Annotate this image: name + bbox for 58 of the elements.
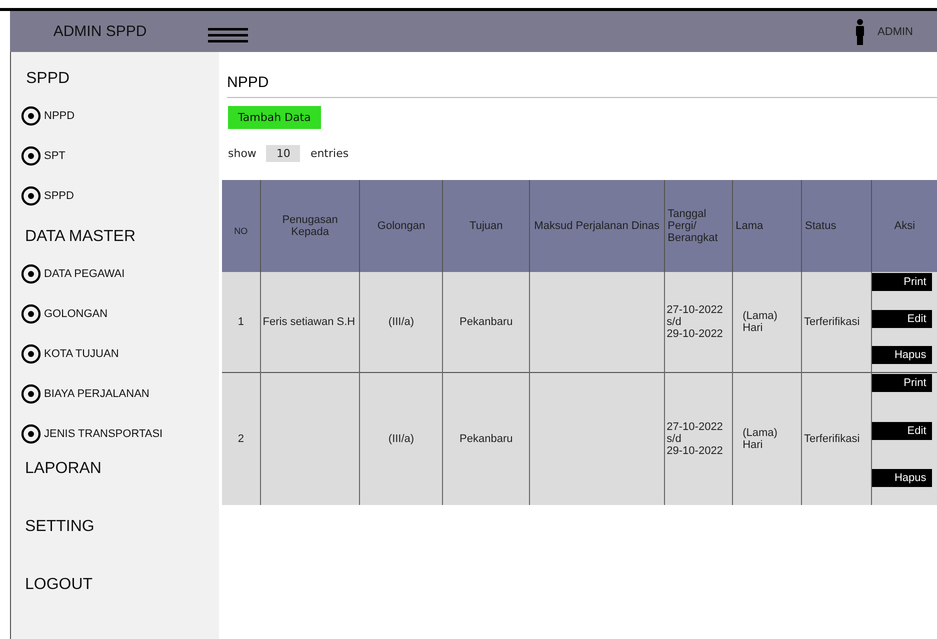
table-cell: Feris setiawan S.H [260,272,360,372]
sidebar-heading[interactable]: SETTING [21,512,219,570]
radio-icon[interactable] [21,146,41,166]
user-name: ADMIN [878,26,913,38]
table-cell: (Lama) Hari [732,272,802,372]
sidebar-item[interactable]: GOLONGAN [44,308,108,320]
action-button[interactable]: Print [872,273,932,291]
column-header: Tujuan [442,180,530,272]
table-cell: 2 [222,372,260,504]
table-cell: 1 [222,272,260,372]
radio-icon[interactable] [21,384,41,404]
action-button[interactable]: Edit [872,310,932,328]
person-icon[interactable] [854,18,865,44]
sidebar-item[interactable]: NPPD [44,110,75,122]
entries-label: entries [310,147,349,160]
radio-icon[interactable] [21,186,41,206]
sidebar-heading[interactable]: LOGOUT [21,570,219,628]
show-label: show [228,147,256,160]
action-button[interactable]: Hapus [872,346,932,364]
column-header: NO [222,180,260,272]
sidebar-heading[interactable]: LAPORAN [21,454,219,512]
app-title: ADMIN SPPD [52,23,148,40]
page-title: NPPD [227,74,937,98]
sidebar-heading[interactable]: DATA MASTER [21,216,219,254]
action-button[interactable]: Edit [872,422,932,440]
table-cell: Pekanbaru [442,272,530,372]
table-cell: Terferifikasi [802,272,872,372]
radio-icon[interactable] [21,106,41,126]
add-data-button[interactable]: Tambah Data [228,106,321,129]
column-header: Penugasan Kepada [260,180,360,272]
entries-field[interactable]: 10 [266,145,300,162]
table-cell: (III/a) [360,372,443,504]
column-header: Status [802,180,872,272]
radio-icon[interactable] [21,424,41,444]
table-cell: Terferifikasi [802,372,872,504]
column-header: Golongan [360,180,443,272]
table-cell: 27-10-2022 s/d 29-10-2022 [664,372,732,504]
column-header: Aksi [872,180,937,272]
radio-icon[interactable] [21,304,41,324]
sidebar-heading[interactable]: SPPD [21,66,219,96]
table-cell: Pekanbaru [442,372,530,504]
action-button[interactable]: Hapus [872,469,932,487]
column-header: Tanggal Pergi/ Berangkat [664,180,732,272]
action-button[interactable]: Print [872,374,932,392]
menu-icon[interactable] [208,26,248,42]
table-cell: (III/a) [360,272,443,372]
table-cell: (Lama) Hari [732,372,802,504]
radio-icon[interactable] [21,264,41,284]
column-header: Lama [732,180,802,272]
sidebar-item[interactable]: KOTA TUJUAN [44,348,119,360]
radio-icon[interactable] [21,344,41,364]
table-cell: 27-10-2022 s/d 29-10-2022 [664,272,732,372]
sidebar-item[interactable]: BIAYA PERJALANAN [44,388,150,400]
column-header: Maksud Perjalanan Dinas [530,180,664,272]
sidebar-item[interactable]: JENIS TRANSPORTASI [44,428,163,440]
sidebar-item[interactable]: DATA PEGAWAI [44,268,125,280]
sidebar-item[interactable]: SPPD [44,190,74,202]
sidebar-item[interactable]: SPT [44,150,66,162]
